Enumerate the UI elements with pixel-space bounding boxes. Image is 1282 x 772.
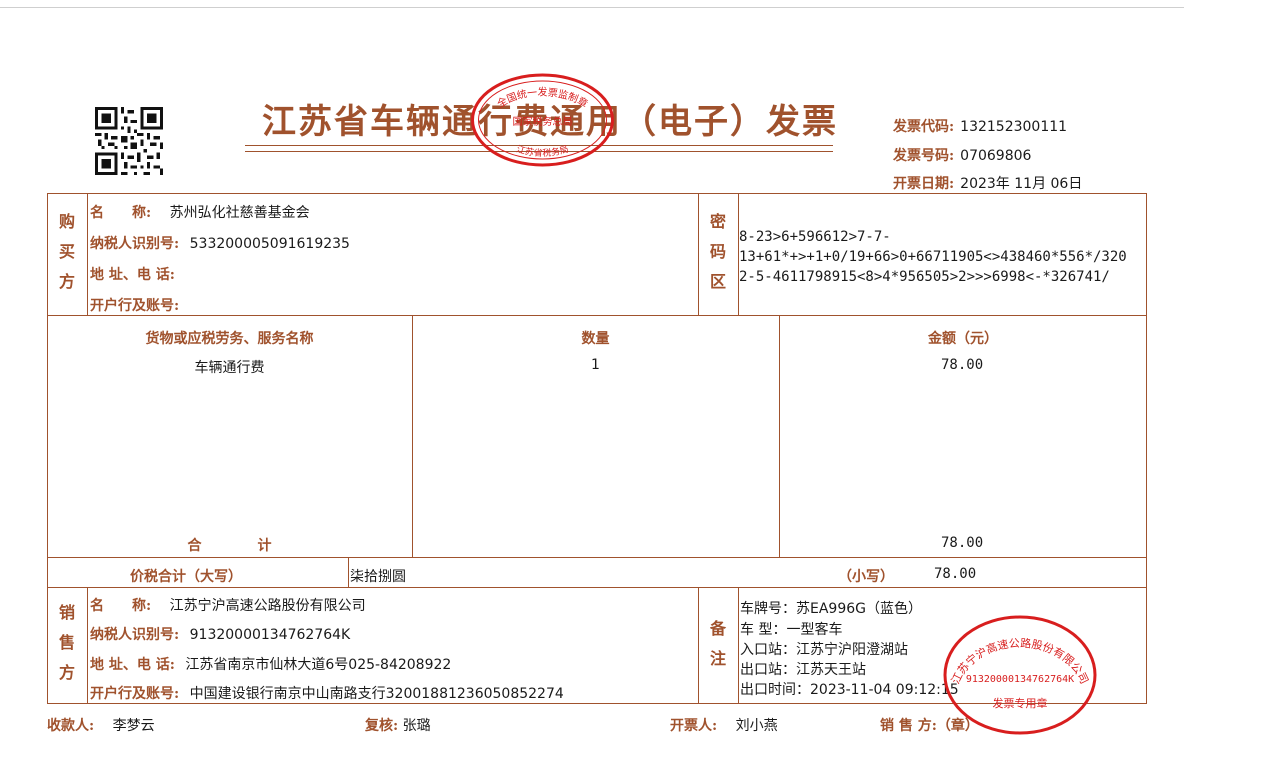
remark-exit: 出口站：江苏天王站 bbox=[740, 662, 866, 678]
qr-code bbox=[95, 107, 163, 175]
seller-bank-row: 开户行及账号: 中国建设银行南京中山南路支行320018812360508522… bbox=[90, 683, 564, 703]
divider-items bbox=[47, 557, 1147, 558]
seller-tax-value: 91320000134762764K bbox=[189, 627, 351, 643]
reviewer-label: 复核: bbox=[365, 718, 399, 734]
item-amount: 78.00 bbox=[941, 357, 984, 373]
buyer-bank-row: 开户行及账号: bbox=[90, 295, 179, 315]
buyer-bank-label: 开户行及账号: bbox=[90, 298, 180, 314]
buyer-name-label: 名 称: bbox=[90, 205, 152, 221]
summary-lower-value: 78.00 bbox=[934, 566, 977, 582]
seller-tax-label: 纳税人识别号: bbox=[90, 627, 180, 643]
cipher-line: 8-23>6+596612>7-7- bbox=[739, 229, 891, 245]
buyer-tax-value: 533200005091619235 bbox=[189, 236, 350, 252]
issuer: 开票人: 刘小燕 bbox=[670, 715, 778, 735]
col-header-qty: 数量 bbox=[581, 331, 610, 347]
divider-summary bbox=[47, 587, 1147, 588]
seller-side-label: 销售方 bbox=[58, 603, 75, 682]
tax-seal-middle-text: 国家税务总局 bbox=[513, 115, 573, 128]
buyer-address-label: 地 址、电 话: bbox=[90, 267, 175, 283]
issuer-label: 开票人: bbox=[670, 718, 718, 734]
seller-bank-value: 中国建设银行南京中山南路支行32001881236050852274 bbox=[189, 686, 564, 702]
seller-address-value: 江苏省南京市仙林大道6号025-84208922 bbox=[185, 657, 452, 673]
cipher-line: 13+61*+>+1+0/19+66>0+66711905<>438460*55… bbox=[739, 249, 1127, 265]
invoice-number-value: 07069806 bbox=[960, 148, 1032, 164]
total-amount: 78.00 bbox=[941, 535, 984, 551]
invoice-code-label: 发票代码: bbox=[893, 119, 955, 135]
cipher-divider-left bbox=[698, 193, 699, 315]
seller-name-row: 名 称: 江苏宁沪高速公路股份有限公司 bbox=[90, 595, 366, 615]
buyer-tax-row: 纳税人识别号: 533200005091619235 bbox=[90, 233, 350, 253]
cipher-side-label: 密码区 bbox=[709, 212, 726, 291]
top-divider bbox=[0, 7, 1184, 8]
company-seal-bottom-text: 发票专用章 bbox=[993, 696, 1048, 710]
buyer-name-value: 苏州弘化社慈善基金会 bbox=[169, 205, 310, 221]
issuer-value: 刘小燕 bbox=[735, 718, 778, 734]
summary-lower-label: （小写） bbox=[838, 569, 894, 585]
company-seal-id: 91320000134762764K bbox=[966, 674, 1074, 685]
payee: 收款人: 李梦云 bbox=[47, 715, 155, 735]
buyer-side-label: 购买方 bbox=[58, 212, 75, 291]
item-name: 车辆通行费 bbox=[194, 360, 265, 376]
invoice-number-label: 发票号码: bbox=[893, 148, 955, 164]
seller-tax-row: 纳税人识别号: 91320000134762764K bbox=[90, 624, 350, 644]
remarks-divider-right bbox=[738, 587, 739, 704]
col-header-name: 货物或应税劳务、服务名称 bbox=[145, 331, 314, 347]
invoice-date-label: 开票日期: bbox=[893, 176, 955, 192]
summary-divider bbox=[348, 557, 349, 587]
buyer-tax-label: 纳税人识别号: bbox=[90, 236, 180, 252]
divider-buyer bbox=[47, 315, 1147, 316]
invoice-code-value: 132152300111 bbox=[960, 119, 1068, 135]
company-seal: 江苏宁沪高速公路股份有限公司 91320000134762764K 发票专用章 bbox=[943, 615, 1097, 735]
items-col-divider bbox=[779, 315, 780, 557]
reviewer-value: 张璐 bbox=[402, 718, 431, 734]
remarks-divider-left bbox=[698, 587, 699, 704]
col-header-amount: 金额（元） bbox=[928, 331, 998, 347]
remark-entry: 入口站：江苏宁沪阳澄湖站 bbox=[740, 642, 908, 658]
seller-side-divider bbox=[87, 587, 88, 704]
item-qty: 1 bbox=[591, 357, 600, 373]
invoice-date-value: 2023年 11月 06日 bbox=[960, 176, 1083, 192]
invoice-code: 发票代码: 132152300111 bbox=[893, 116, 1067, 136]
remarks-side-label: 备注 bbox=[709, 619, 726, 668]
invoice-number: 发票号码: 07069806 bbox=[893, 145, 1031, 165]
seller-name-label: 名 称: bbox=[90, 598, 152, 614]
summary-upper: 柒拾捌圆 bbox=[350, 569, 406, 585]
buyer-side-divider bbox=[87, 193, 88, 315]
total-label: 合 计 bbox=[187, 538, 272, 554]
seller-address-row: 地 址、电 话: 江苏省南京市仙林大道6号025-84208922 bbox=[90, 654, 451, 674]
seller-name-value: 江苏宁沪高速公路股份有限公司 bbox=[169, 598, 366, 614]
payee-value: 李梦云 bbox=[112, 718, 155, 734]
buyer-address-row: 地 址、电 话: bbox=[90, 264, 175, 284]
summary-label: 价税合计（大写） bbox=[130, 569, 242, 585]
payee-label: 收款人: bbox=[47, 718, 95, 734]
cipher-line: 2-5-4611798915<8>4*956505>2>>>6998<-*326… bbox=[739, 269, 1110, 285]
remark-vehicle-type: 车 型：一型客车 bbox=[740, 622, 843, 638]
items-col-divider bbox=[412, 315, 413, 557]
remark-plate: 车牌号：苏EA996G（蓝色） bbox=[740, 601, 922, 617]
remark-exit-time: 出口时间：2023-11-04 09:12:15 bbox=[740, 682, 959, 698]
buyer-name-row: 名 称: 苏州弘化社慈善基金会 bbox=[90, 202, 310, 222]
invoice-date: 开票日期: 2023年 11月 06日 bbox=[893, 173, 1082, 193]
tax-seal-top-text: 全国统一发票监制章 bbox=[495, 86, 591, 111]
reviewer: 复核: 张璐 bbox=[365, 715, 431, 735]
tax-seal-bottom-text: 江苏省税务局 bbox=[515, 144, 570, 159]
seller-bank-label: 开户行及账号: bbox=[90, 686, 180, 702]
seller-address-label: 地 址、电 话: bbox=[90, 657, 175, 673]
tax-seal: 全国统一发票监制章 国家税务总局 江苏省税务局 bbox=[471, 73, 614, 167]
